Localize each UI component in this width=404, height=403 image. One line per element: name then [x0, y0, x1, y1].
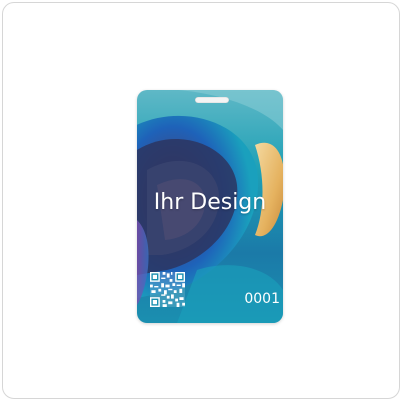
qr-code-icon [150, 272, 185, 307]
lanyard-slot [195, 97, 229, 103]
badge-card[interactable]: Ihr Design 0001 [137, 90, 283, 323]
card-headline: Ihr Design [153, 190, 267, 215]
preview-frame: Ihr Design 0001 [2, 2, 400, 399]
serial-number: 0001 [244, 291, 280, 307]
